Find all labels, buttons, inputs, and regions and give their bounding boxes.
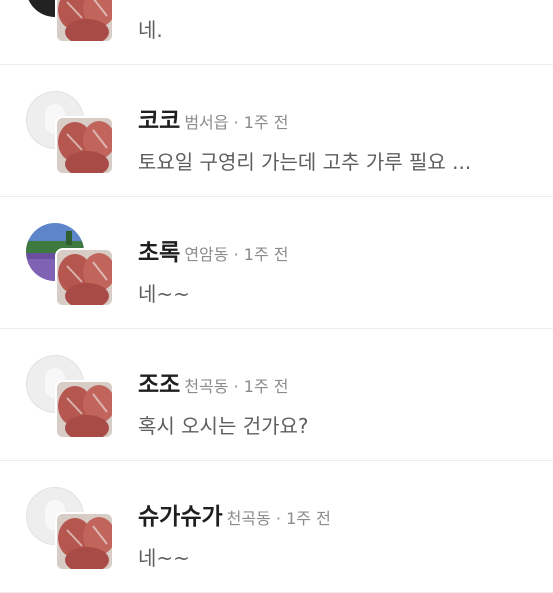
chat-meta: 천곡동 · 1주 전 (226, 509, 331, 528)
item-thumbnail (55, 116, 114, 175)
chat-list: 네. 코코 범서읍 · 1주 전 토요일 구영리 가는데 고추 가루 필요 ...… (0, 0, 553, 593)
item-thumbnail (55, 512, 114, 571)
chat-row[interactable]: 슈가슈가 천곡동 · 1주 전 네~~ (0, 461, 553, 593)
item-thumbnail (55, 0, 114, 43)
chat-row[interactable]: 조조 천곡동 · 1주 전 혹시 오시는 건가요? (0, 329, 553, 461)
chat-meta: 천곡동 · 1주 전 (184, 377, 289, 396)
chat-name: 초록 연암동 · 1주 전 (138, 240, 289, 266)
last-message: 토요일 구영리 가는데 고추 가루 필요 ... (138, 150, 472, 174)
last-message: 혹시 오시는 건가요? (138, 414, 309, 438)
last-message: 네~~ (138, 546, 190, 570)
chat-name: 슈가슈가 천곡동 · 1주 전 (138, 504, 331, 530)
chat-row[interactable]: 초록 연암동 · 1주 전 네~~ (0, 197, 553, 329)
item-thumbnail (55, 380, 114, 439)
chat-meta: 범서읍 · 1주 전 (184, 113, 289, 132)
chat-meta: 연암동 · 1주 전 (184, 245, 289, 264)
chat-row[interactable]: 네. (0, 0, 553, 65)
last-message: 네. (138, 18, 163, 42)
chat-name: 코코 범서읍 · 1주 전 (138, 108, 289, 134)
last-message: 네~~ (138, 282, 190, 306)
chat-row[interactable]: 코코 범서읍 · 1주 전 토요일 구영리 가는데 고추 가루 필요 ... (0, 65, 553, 197)
item-thumbnail (55, 248, 114, 307)
chat-name: 조조 천곡동 · 1주 전 (138, 372, 289, 398)
